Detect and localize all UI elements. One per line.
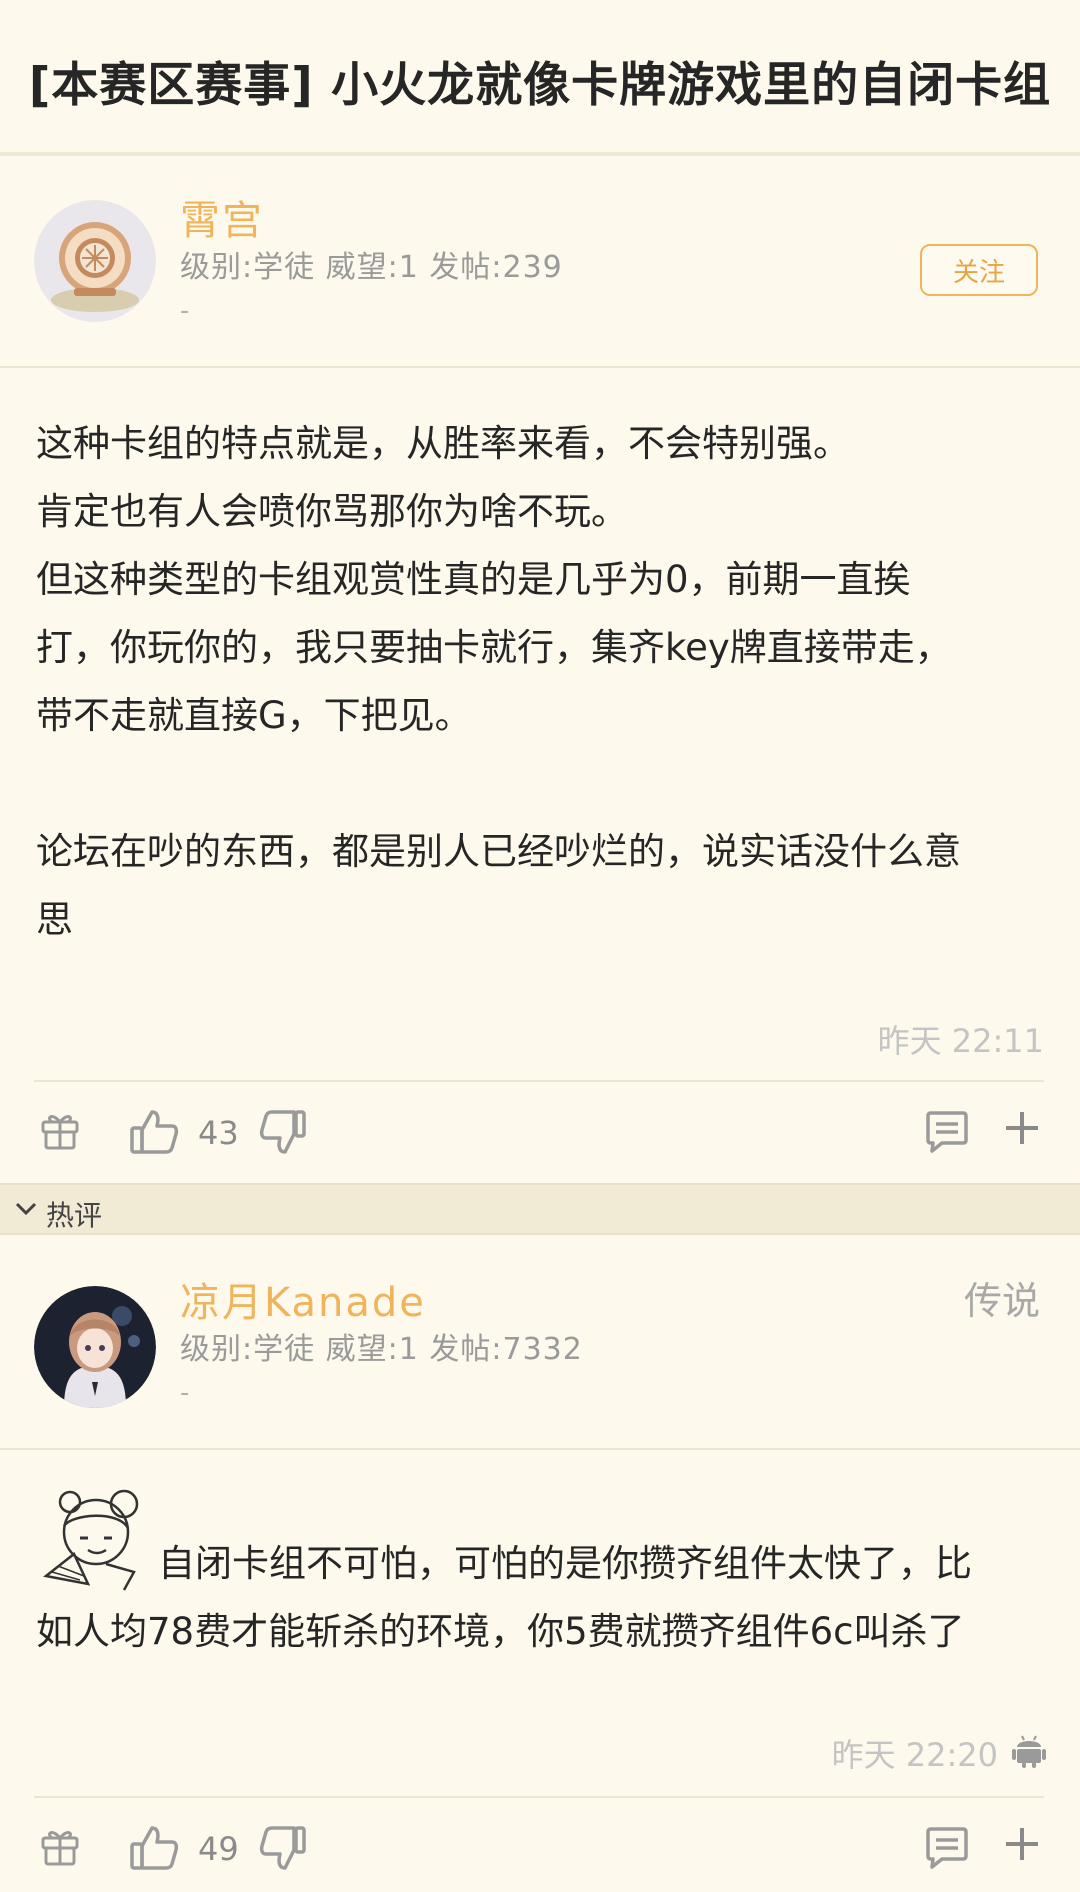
comment-line: 自闭卡组不可怕，可怕的是你攒齐组件太快了，比 bbox=[158, 1542, 972, 1585]
comment-line: 如人均78费才能斩杀的环境，你5费就攒齐组件6c叫杀了 bbox=[36, 1610, 965, 1653]
thread-title: [本赛区赛事] 小火龙就像卡牌游戏里的自闭卡组 bbox=[28, 58, 1052, 113]
author-meta: 级别:学徒 威望:1 发帖:239 bbox=[180, 250, 563, 285]
thread-page: [本赛区赛事] 小火龙就像卡牌游戏里的自闭卡组 霄宫 级别:学徒 威望:1 发帖… bbox=[0, 0, 1080, 1892]
commenter-name[interactable]: 凉月Kanade bbox=[180, 1270, 426, 1328]
post-time: 昨天 22:11 bbox=[877, 1022, 1044, 1060]
rank-badge: 传说 bbox=[963, 1279, 1040, 1323]
plus-icon[interactable] bbox=[1002, 1824, 1042, 1864]
post-paragraph: 肯定也有人会喷你骂那你为啥不玩。 bbox=[36, 490, 628, 533]
comment-icon[interactable] bbox=[924, 1826, 970, 1870]
post-paragraph: 思 bbox=[36, 898, 73, 941]
plus-icon[interactable] bbox=[1002, 1108, 1042, 1148]
post-paragraph bbox=[36, 750, 1046, 818]
comment-body: 自闭卡组不可怕，可怕的是你攒齐组件太快了，比 如人均78费才能斩杀的环境，你5费… bbox=[36, 1530, 1046, 1666]
comment-icon[interactable] bbox=[924, 1110, 970, 1154]
thumbs-down-icon[interactable] bbox=[258, 1824, 308, 1874]
post-paragraph: 论坛在吵的东西，都是别人已经吵烂的，说实话没什么意 bbox=[36, 830, 961, 873]
author-name[interactable]: 霄宫 bbox=[180, 188, 264, 246]
hot-comments-label: 热评 bbox=[46, 1199, 103, 1232]
author-avatar[interactable] bbox=[34, 200, 156, 322]
like-count: 43 bbox=[198, 1114, 239, 1152]
anime-girl-avatar-icon bbox=[34, 1286, 156, 1408]
post-body: 这种卡组的特点就是，从胜率来看，不会特别强。 肯定也有人会喷你骂那你为啥不玩。 … bbox=[36, 410, 1046, 954]
thumbs-up-icon[interactable] bbox=[128, 1822, 180, 1874]
like-count: 49 bbox=[198, 1830, 239, 1868]
commenter-meta: 级别:学徒 威望:1 发帖:7332 bbox=[180, 1332, 583, 1367]
comment-time: 昨天 22:20 bbox=[831, 1736, 998, 1774]
divider bbox=[34, 1796, 1044, 1798]
post-paragraph: 这种卡组的特点就是，从胜率来看，不会特别强。 bbox=[36, 422, 850, 465]
post-paragraph: 但这种类型的卡组观赏性真的是几乎为0，前期一直挨 bbox=[36, 558, 911, 601]
diving-helmet-avatar-icon bbox=[34, 200, 156, 322]
divider bbox=[0, 152, 1080, 156]
android-icon bbox=[1012, 1735, 1046, 1768]
divider bbox=[0, 366, 1080, 368]
commenter-signature: - bbox=[180, 1378, 190, 1408]
commenter-avatar[interactable] bbox=[34, 1286, 156, 1408]
post-paragraph: 打，你玩你的，我只要抽卡就行，集齐key牌直接带走， bbox=[36, 626, 952, 669]
gift-icon[interactable] bbox=[38, 1824, 82, 1868]
thumbs-down-icon[interactable] bbox=[258, 1108, 308, 1158]
gift-icon[interactable] bbox=[38, 1108, 82, 1152]
hot-comments-header[interactable]: 热评 bbox=[0, 1183, 1080, 1235]
post-paragraph: 带不走就直接G，下把见。 bbox=[36, 694, 472, 737]
divider bbox=[34, 1080, 1044, 1082]
chevron-down-icon bbox=[15, 1202, 37, 1216]
thumbs-up-icon[interactable] bbox=[128, 1106, 180, 1158]
follow-button[interactable]: 关注 bbox=[920, 244, 1038, 296]
divider bbox=[0, 1448, 1080, 1450]
author-signature: - bbox=[180, 296, 190, 326]
